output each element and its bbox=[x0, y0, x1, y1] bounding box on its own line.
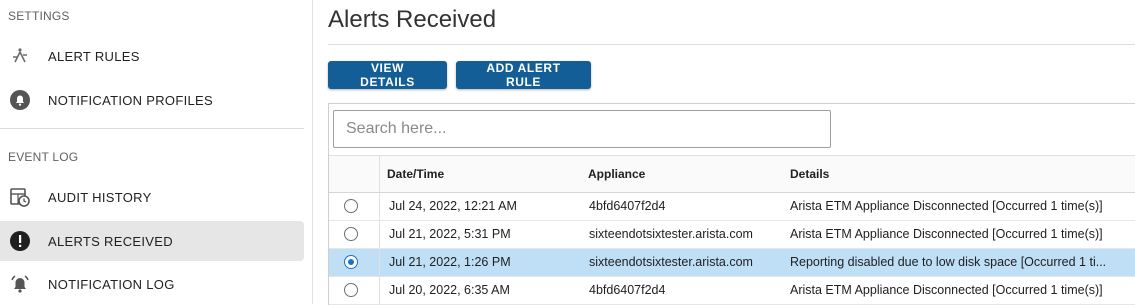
row-divider bbox=[379, 277, 380, 304]
table-row-selected[interactable]: Jul 21, 2022, 1:26 PM sixteendotsixteste… bbox=[329, 249, 1135, 277]
row-appliance: sixteendotsixtester.arista.com bbox=[589, 255, 753, 269]
row-divider bbox=[379, 249, 380, 276]
row-radio[interactable] bbox=[344, 199, 358, 213]
table-row[interactable]: Jul 21, 2022, 5:31 PM sixteendotsixteste… bbox=[329, 221, 1135, 249]
row-radio[interactable] bbox=[344, 227, 358, 241]
alerts-table: Date/Time Appliance Details Jul 24, 2022… bbox=[328, 103, 1135, 305]
row-datetime: Jul 24, 2022, 12:21 AM bbox=[389, 199, 517, 213]
sidebar-item-label: AUDIT HISTORY bbox=[48, 189, 152, 205]
add-alert-rule-button[interactable]: ADD ALERT RULE bbox=[456, 61, 591, 89]
sidebar-item-label: ALERT RULES bbox=[48, 48, 140, 64]
sidebar-item-alerts-received[interactable]: ALERTS RECEIVED bbox=[0, 221, 304, 261]
page-title: Alerts Received bbox=[328, 6, 497, 33]
table-header: Date/Time Appliance Details bbox=[329, 155, 1135, 193]
view-details-button[interactable]: VIEW DETAILS bbox=[328, 61, 447, 89]
notification-log-icon bbox=[9, 273, 31, 295]
column-header-details[interactable]: Details bbox=[790, 156, 829, 192]
alerts-received-icon bbox=[9, 230, 31, 252]
row-details: Reporting disabled due to low disk space… bbox=[790, 255, 1107, 269]
row-appliance: sixteendotsixtester.arista.com bbox=[589, 227, 753, 241]
row-details: Arista ETM Appliance Disconnected [Occur… bbox=[790, 283, 1103, 297]
row-details: Arista ETM Appliance Disconnected [Occur… bbox=[790, 227, 1103, 241]
sidebar-item-label: NOTIFICATION PROFILES bbox=[48, 92, 213, 108]
row-appliance: 4bfd6407f2d4 bbox=[589, 283, 666, 297]
row-details: Arista ETM Appliance Disconnected [Occur… bbox=[790, 199, 1103, 213]
sidebar-item-notification-profiles[interactable]: NOTIFICATION PROFILES bbox=[0, 80, 304, 120]
search-container bbox=[333, 110, 831, 148]
column-header-appliance[interactable]: Appliance bbox=[588, 156, 645, 192]
settings-section-label: SETTINGS bbox=[8, 9, 70, 23]
row-appliance: 4bfd6407f2d4 bbox=[589, 199, 666, 213]
row-radio[interactable] bbox=[344, 283, 358, 297]
row-divider bbox=[379, 193, 380, 220]
sidebar-item-label: ALERTS RECEIVED bbox=[48, 233, 173, 249]
sidebar-item-label: NOTIFICATION LOG bbox=[48, 276, 175, 292]
notification-profiles-icon bbox=[9, 89, 31, 111]
table-row[interactable]: Jul 24, 2022, 12:21 AM 4bfd6407f2d4 Aris… bbox=[329, 193, 1135, 221]
sidebar-item-audit-history[interactable]: AUDIT HISTORY bbox=[0, 177, 304, 217]
column-divider bbox=[379, 156, 380, 192]
search-input[interactable] bbox=[333, 110, 831, 148]
audit-history-icon bbox=[9, 186, 31, 208]
sidebar-divider bbox=[0, 128, 304, 129]
sidebar-item-alert-rules[interactable]: ALERT RULES bbox=[0, 36, 304, 76]
alert-rules-icon bbox=[9, 45, 31, 67]
row-datetime: Jul 21, 2022, 1:26 PM bbox=[389, 255, 511, 269]
title-divider bbox=[328, 44, 1135, 45]
row-divider bbox=[379, 221, 380, 248]
row-radio-checked[interactable] bbox=[344, 255, 358, 269]
event-log-section-label: EVENT LOG bbox=[8, 150, 79, 164]
row-datetime: Jul 20, 2022, 6:35 AM bbox=[389, 283, 510, 297]
main-content: Alerts Received VIEW DETAILS ADD ALERT R… bbox=[313, 0, 1135, 305]
sidebar: SETTINGS ALERT RULES NOTIFICATION PROFIL… bbox=[0, 0, 313, 304]
sidebar-item-notification-log[interactable]: NOTIFICATION LOG bbox=[0, 264, 304, 304]
row-datetime: Jul 21, 2022, 5:31 PM bbox=[389, 227, 511, 241]
table-row[interactable]: Jul 20, 2022, 6:35 AM 4bfd6407f2d4 Arist… bbox=[329, 277, 1135, 305]
column-header-datetime[interactable]: Date/Time bbox=[387, 156, 444, 192]
